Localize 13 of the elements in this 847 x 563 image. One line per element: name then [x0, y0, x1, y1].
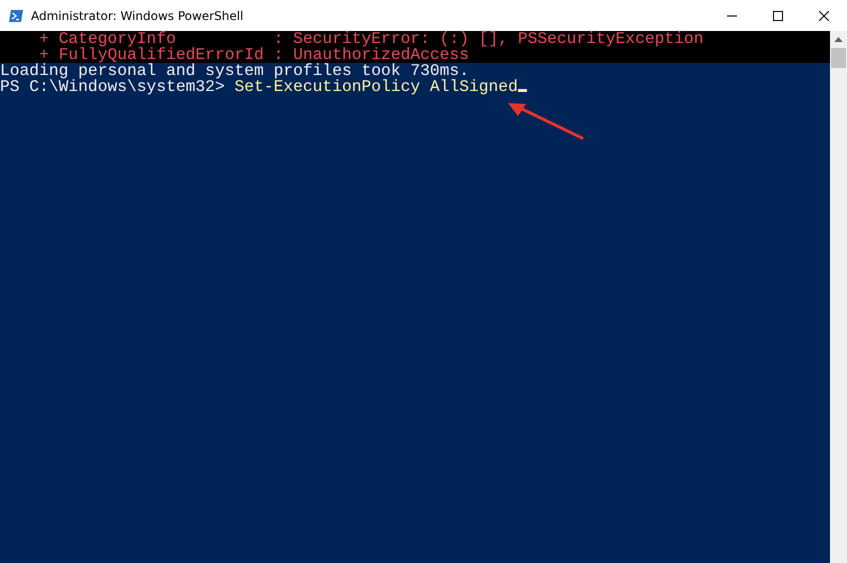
- powershell-icon: [8, 8, 24, 24]
- error-line: + CategoryInfo : SecurityError: (:) [], PSSecurityException: [38, 29, 704, 48]
- scroll-thumb[interactable]: [831, 48, 846, 68]
- prompt-text: PS C:\Windows\system32>: [0, 77, 225, 96]
- close-icon: [819, 10, 829, 20]
- window-title: Administrator: Windows PowerShell: [31, 8, 244, 22]
- maximize-icon: [773, 10, 783, 20]
- scrollbar[interactable]: [830, 31, 847, 563]
- error-line: + FullyQualifiedErrorId : UnauthorizedAccess: [39, 45, 469, 64]
- command-text: Set-ExecutionPolicy AllSigned: [234, 77, 518, 96]
- text-cursor: [518, 89, 527, 92]
- output-line: Loading personal and system profiles took 730ms.: [0, 61, 469, 80]
- scroll-up-icon[interactable]: [834, 37, 843, 42]
